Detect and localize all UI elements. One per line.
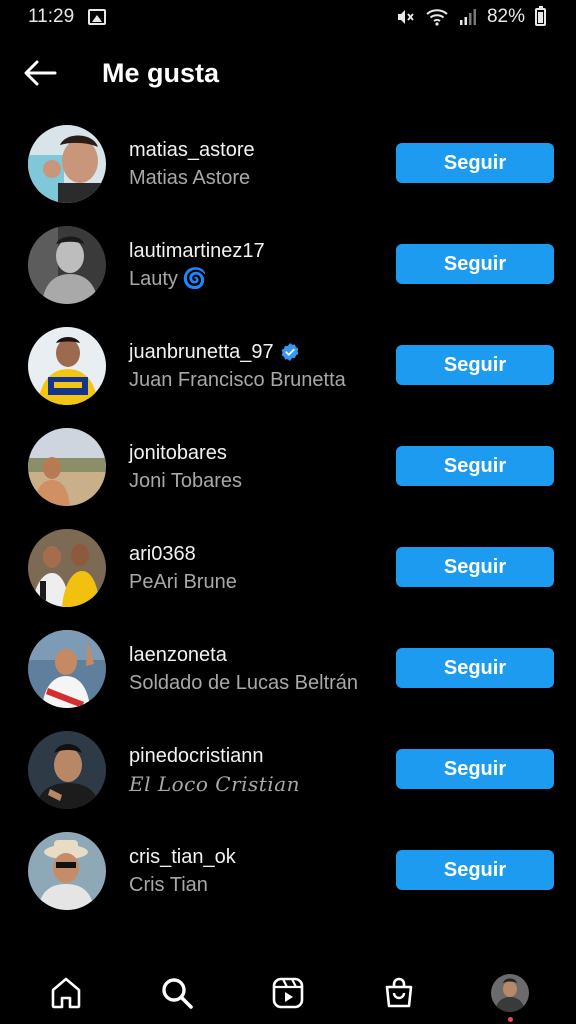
bottom-nav	[0, 962, 576, 1024]
nav-shop[interactable]	[369, 963, 429, 1023]
avatar[interactable]	[28, 730, 106, 809]
nav-home[interactable]	[36, 963, 96, 1023]
names: jonitobares Joni Tobares	[129, 440, 242, 496]
list-item[interactable]: matias_astore Matias Astore Seguir	[0, 113, 576, 214]
home-icon	[51, 977, 80, 1009]
names: pinedocristiann El Loco Cristian	[129, 743, 300, 799]
username[interactable]: juanbrunetta_97	[129, 339, 346, 365]
username[interactable]: laenzoneta	[129, 642, 358, 668]
list-item[interactable]: pinedocristiann El Loco Cristian Seguir	[0, 719, 576, 820]
avatar[interactable]	[28, 831, 106, 910]
gallery-icon	[88, 9, 107, 25]
list-item[interactable]: juanbrunetta_97 Juan Francisco Brunetta …	[0, 315, 576, 416]
follow-button[interactable]: Seguir	[396, 143, 554, 183]
names: lautimartinez17 Lauty 🌀	[129, 238, 265, 294]
shop-icon	[385, 977, 413, 1008]
follow-button[interactable]: Seguir	[396, 648, 554, 688]
nav-search[interactable]	[147, 963, 207, 1023]
search-icon	[162, 978, 193, 1009]
battery-icon	[535, 6, 546, 26]
list-item[interactable]: ari0368 PeAri Brune Seguir	[0, 517, 576, 618]
status-time: 11:29	[28, 6, 75, 27]
status-right: 82%	[395, 6, 546, 28]
full-name: Matias Astore	[129, 167, 251, 189]
wifi-icon	[426, 9, 448, 26]
names: matias_astore Matias Astore	[129, 137, 255, 193]
username[interactable]: pinedocristiann	[129, 743, 300, 769]
follow-button[interactable]: Seguir	[396, 446, 554, 486]
full-name: El Loco Cristian	[129, 772, 301, 796]
arrow-left-icon	[24, 60, 57, 86]
signal-icon	[459, 9, 476, 25]
follow-button[interactable]: Seguir	[396, 749, 554, 789]
mute-icon	[397, 10, 414, 24]
full-name: Cris Tian	[129, 874, 208, 896]
username[interactable]: cris_tian_ok	[129, 844, 236, 870]
status-bar: 11:29 82%	[0, 0, 576, 34]
avatar[interactable]	[28, 427, 106, 506]
full-name: Lauty 🌀	[129, 264, 265, 294]
username[interactable]: ari0368	[129, 541, 237, 567]
follow-button[interactable]: Seguir	[396, 547, 554, 587]
profile-avatar	[491, 974, 530, 1012]
verified-badge-icon	[281, 343, 298, 361]
list-item[interactable]: cris_tian_ok Cris Tian Seguir	[0, 820, 576, 921]
username[interactable]: matias_astore	[129, 137, 255, 163]
full-name: Joni Tobares	[129, 470, 243, 492]
names: cris_tian_ok Cris Tian	[129, 844, 236, 900]
names: laenzoneta Soldado de Lucas Beltrán	[129, 642, 358, 698]
status-left: 11:29	[28, 6, 107, 28]
avatar[interactable]	[28, 225, 106, 304]
list-item[interactable]: jonitobares Joni Tobares Seguir	[0, 416, 576, 517]
notification-dot	[508, 1017, 514, 1022]
full-name: Juan Francisco Brunetta	[129, 369, 346, 391]
username[interactable]: jonitobares	[129, 440, 242, 466]
back-button[interactable]	[0, 50, 80, 96]
reels-icon	[272, 977, 304, 1009]
names: ari0368 PeAri Brune	[129, 541, 237, 597]
follow-button[interactable]: Seguir	[396, 345, 554, 385]
follow-button[interactable]: Seguir	[396, 850, 554, 890]
list-item[interactable]: laenzoneta Soldado de Lucas Beltrán Segu…	[0, 618, 576, 719]
list-item[interactable]: lautimartinez17 Lauty 🌀 Seguir	[0, 214, 576, 315]
full-name: PeAri Brune	[129, 571, 237, 593]
nav-profile[interactable]	[480, 963, 540, 1023]
username[interactable]: lautimartinez17	[129, 238, 265, 264]
likers-list: matias_astore Matias Astore Seguir lauti…	[0, 113, 576, 921]
avatar[interactable]	[28, 528, 106, 607]
avatar[interactable]	[28, 124, 106, 203]
full-name: Soldado de Lucas Beltrán	[129, 672, 359, 694]
cyclone-emoji: 🌀	[181, 268, 207, 290]
battery-level: 82%	[486, 6, 525, 27]
names: juanbrunetta_97 Juan Francisco Brunetta	[129, 339, 346, 395]
follow-button[interactable]: Seguir	[396, 244, 554, 284]
nav-reels[interactable]	[258, 963, 318, 1023]
header: Me gusta	[0, 50, 576, 96]
page-title: Me gusta	[102, 57, 220, 88]
avatar[interactable]	[28, 326, 106, 405]
avatar[interactable]	[28, 629, 106, 708]
